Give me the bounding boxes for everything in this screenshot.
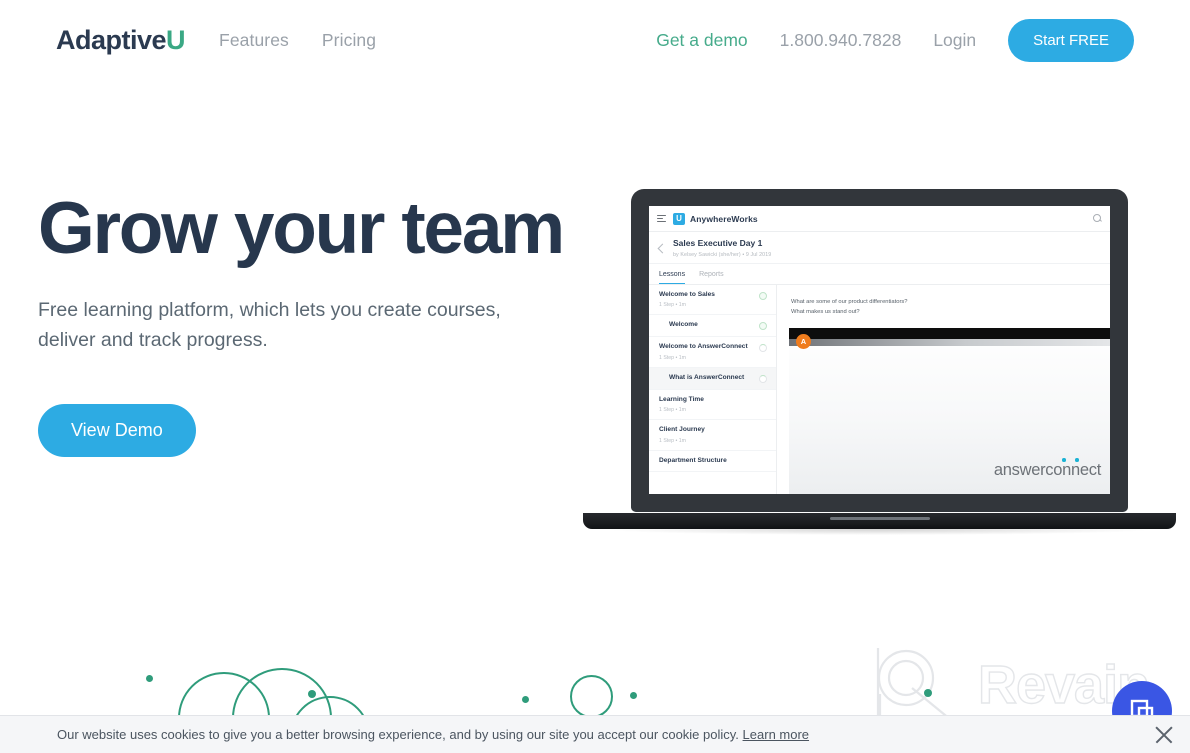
nav-link-pricing[interactable]: Pricing: [322, 30, 376, 51]
slide-subtitle-bar: [789, 338, 1110, 346]
lesson-name: What is AnswerConnect: [669, 373, 745, 381]
lesson-name: Welcome to Sales: [659, 290, 715, 298]
app-logo-tile: U: [673, 212, 685, 225]
laptop-screen: U AnywhereWorks Sales Executive Day 1 by…: [649, 206, 1110, 494]
start-free-button[interactable]: Start FREE: [1008, 18, 1134, 62]
lesson-pending-icon: [759, 344, 767, 353]
nav-link-features[interactable]: Features: [219, 30, 289, 51]
decorative-ring-3: [570, 675, 613, 718]
answerconnect-dot-right-icon: [1075, 458, 1079, 462]
lesson-list-item[interactable]: Welcome to Sales 1 Step • 1m: [649, 285, 776, 316]
lesson-list-item[interactable]: Welcome: [649, 315, 776, 338]
laptop-lid: U AnywhereWorks Sales Executive Day 1 by…: [631, 189, 1128, 512]
lesson-complete-icon: [759, 322, 767, 331]
question-line-2: What makes us stand out?: [791, 308, 860, 315]
avatar: A: [796, 333, 811, 349]
chevron-left-icon[interactable]: [657, 243, 668, 254]
app-topbar: U AnywhereWorks: [649, 206, 1110, 232]
lesson-content-panel: What are some of our product differentia…: [777, 284, 1110, 494]
nav-link-login[interactable]: Login: [933, 30, 976, 51]
decorative-dot-4: [630, 692, 637, 699]
secondary-nav-links: Get a demo 1.800.940.7828 Login Start FR…: [656, 0, 1134, 80]
course-meta: by Kelsey Sawicki (she/her) • 9 Jul 2019: [673, 251, 772, 258]
top-navigation-bar: AdaptiveU Features Pricing Get a demo 1.…: [0, 0, 1190, 80]
logo-text-main: Adaptive: [56, 24, 167, 55]
decorative-dot-2: [308, 690, 316, 698]
cookie-learn-more-link[interactable]: Learn more: [743, 727, 809, 742]
app-body: Welcome to Sales 1 Step • 1m Welcome Welcom…: [649, 284, 1110, 494]
decorative-dot-1: [146, 675, 153, 682]
lesson-list-item[interactable]: Department Structure: [649, 451, 776, 473]
lesson-name: Welcome: [669, 321, 698, 329]
answerconnect-dot-left-icon: [1062, 458, 1066, 462]
cookie-message: Our website uses cookies to give you a b…: [57, 727, 809, 742]
app-tabs: Lessons Reports: [649, 264, 1110, 285]
hero-title: Grow your team: [38, 188, 565, 269]
tab-lessons[interactable]: Lessons: [659, 264, 686, 284]
lesson-slide: A answerconnect: [789, 327, 1110, 494]
laptop-shadow: [611, 524, 1148, 535]
app-brand-name: AnywhereWorks: [690, 213, 758, 224]
lesson-meta: 1 Step • 1m: [659, 407, 686, 414]
lesson-sidebar[interactable]: Welcome to Sales 1 Step • 1m Welcome Welcom…: [649, 284, 777, 494]
site-logo[interactable]: AdaptiveU: [56, 24, 186, 56]
primary-nav-links: Features Pricing: [219, 30, 376, 51]
cookie-message-text: Our website uses cookies to give you a b…: [57, 727, 739, 742]
nav-link-get-a-demo[interactable]: Get a demo: [656, 30, 747, 51]
nav-phone-number[interactable]: 1.800.940.7828: [780, 30, 902, 51]
question-line-1: What are some of our product differentia…: [791, 298, 908, 305]
course-title: Sales Executive Day 1: [673, 238, 763, 248]
lesson-complete-icon: [759, 291, 767, 300]
cookie-consent-bar: Our website uses cookies to give you a b…: [0, 715, 1190, 753]
lesson-meta: 1 Step • 1m: [659, 354, 686, 361]
lesson-list-item[interactable]: Welcome to AnswerConnect 1 Step • 1m: [649, 337, 776, 368]
view-demo-button[interactable]: View Demo: [38, 403, 196, 457]
decorative-shapes: [0, 620, 880, 753]
close-icon[interactable]: [1152, 723, 1176, 747]
lesson-name: Learning Time: [659, 395, 704, 403]
logo-text-accent: U: [166, 24, 186, 55]
lesson-pending-icon: [759, 374, 767, 383]
lesson-meta: 1 Step • 1m: [659, 437, 686, 444]
decorative-dot-3: [522, 696, 529, 703]
laptop-mockup: U AnywhereWorks Sales Executive Day 1 by…: [583, 189, 1176, 535]
answerconnect-logo: answerconnect: [993, 461, 1101, 479]
hero-section: Grow your team Free learning platform, w…: [38, 188, 568, 457]
slide-title-bar: [789, 327, 1110, 339]
hero-subtitle: Free learning platform, which lets you c…: [38, 299, 501, 352]
lesson-list-item[interactable]: What is AnswerConnect: [649, 367, 776, 390]
app-course-header: Sales Executive Day 1 by Kelsey Sawicki …: [649, 232, 1110, 264]
search-icon[interactable]: [1093, 214, 1102, 223]
lesson-list-item[interactable]: Learning Time 1 Step • 1m: [649, 390, 776, 421]
lesson-name: Department Structure: [659, 456, 727, 464]
lesson-name: Client Journey: [659, 426, 705, 434]
lesson-question-block: What are some of our product differentia…: [777, 285, 1110, 317]
tab-reports[interactable]: Reports: [699, 264, 724, 284]
lesson-meta: 1 Step • 1m: [659, 302, 686, 309]
lesson-name: Welcome to AnswerConnect: [659, 343, 748, 351]
hamburger-icon[interactable]: [657, 214, 666, 223]
lesson-list-item[interactable]: Client Journey 1 Step • 1m: [649, 420, 776, 451]
